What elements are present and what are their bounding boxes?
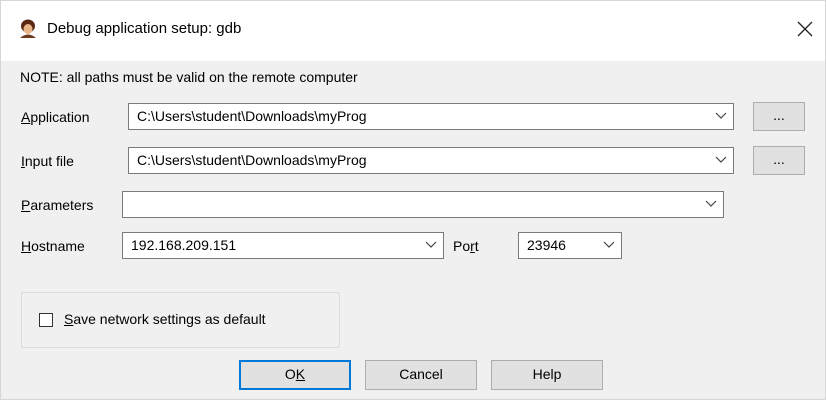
port-value: 23946 xyxy=(527,237,566,253)
parameters-label-rest: arameters xyxy=(30,197,94,213)
chevron-down-icon xyxy=(715,112,727,119)
cancel-button[interactable]: Cancel xyxy=(365,360,477,390)
chevron-down-icon xyxy=(705,200,717,207)
application-label-mnemonic: A xyxy=(21,109,31,125)
input-file-browse-label: ... xyxy=(773,151,785,167)
ok-label-before: O xyxy=(284,366,296,382)
close-button[interactable] xyxy=(791,15,819,43)
port-label: Port xyxy=(453,238,479,254)
parameters-combo[interactable] xyxy=(122,191,724,218)
input-file-combo[interactable]: C:\Users\student\Downloads\myProg xyxy=(128,147,734,174)
save-default-label[interactable]: Save network settings as default xyxy=(64,311,266,327)
input-file-browse-button[interactable]: ... xyxy=(753,146,805,175)
window-title: Debug application setup: gdb xyxy=(47,20,242,37)
application-browse-label: ... xyxy=(773,107,785,123)
paths-note: NOTE: all paths must be valid on the rem… xyxy=(20,69,358,85)
application-combo[interactable]: C:\Users\student\Downloads\myProg xyxy=(128,103,734,130)
ok-button[interactable]: OK xyxy=(239,360,351,390)
application-value: C:\Users\student\Downloads\myProg xyxy=(137,108,367,124)
title-bar: Debug application setup: gdb xyxy=(1,1,825,61)
ok-label-mnemonic: K xyxy=(295,366,306,382)
input-file-value: C:\Users\student\Downloads\myProg xyxy=(137,152,367,168)
close-icon xyxy=(797,21,813,37)
hostname-label: Hostname xyxy=(21,238,85,254)
debug-setup-dialog: Debug application setup: gdb NOTE: all p… xyxy=(0,0,826,400)
application-label: Application xyxy=(21,109,90,125)
input-file-label: Input file xyxy=(21,153,74,169)
chevron-down-icon xyxy=(715,156,727,163)
parameters-label: Parameters xyxy=(21,197,93,213)
hostname-label-rest: ostname xyxy=(31,238,85,254)
parameters-label-mnemonic: P xyxy=(21,197,31,213)
chevron-down-icon xyxy=(603,241,615,248)
chevron-down-icon xyxy=(425,241,437,248)
port-label-after: t xyxy=(474,238,479,254)
ok-label: OK xyxy=(285,362,305,386)
dialog-body: NOTE: all paths must be valid on the rem… xyxy=(1,61,825,399)
application-label-rest: pplication xyxy=(30,109,90,125)
input-file-label-rest: nput file xyxy=(24,153,74,169)
cancel-label: Cancel xyxy=(399,366,443,382)
help-button[interactable]: Help xyxy=(491,360,603,390)
hostname-value: 192.168.209.151 xyxy=(131,237,237,253)
port-combo[interactable]: 23946 xyxy=(518,232,622,259)
application-browse-button[interactable]: ... xyxy=(753,102,805,131)
gdb-app-icon xyxy=(17,18,39,40)
help-label: Help xyxy=(532,366,562,382)
network-options-group: Save network settings as default xyxy=(21,292,340,348)
hostname-combo[interactable]: 192.168.209.151 xyxy=(122,232,444,259)
save-default-label-mnemonic: S xyxy=(64,311,74,327)
save-default-checkbox[interactable] xyxy=(39,313,53,327)
port-label-before: Po xyxy=(453,238,471,254)
save-default-label-rest: ave network settings as default xyxy=(73,311,266,327)
hostname-label-mnemonic: H xyxy=(21,238,32,254)
